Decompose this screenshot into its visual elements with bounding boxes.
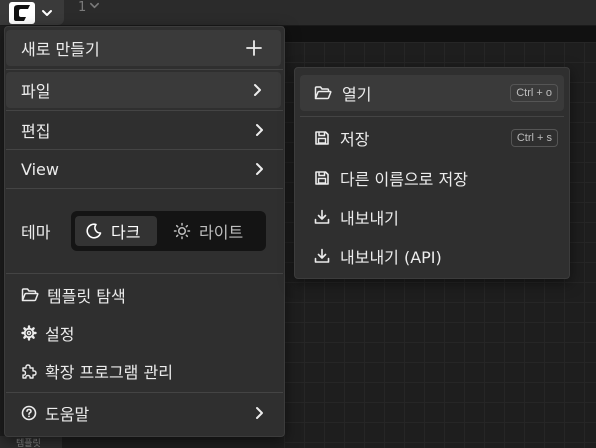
submenu-item-save-as-label: 다른 이름으로 저장 bbox=[340, 170, 468, 189]
menu-divider bbox=[300, 116, 564, 117]
app-logo-icon bbox=[9, 1, 35, 24]
toolbar-strip bbox=[284, 26, 596, 42]
menu-item-browse-templates-label: 템플릿 탐색 bbox=[47, 287, 126, 306]
gear-icon bbox=[21, 325, 37, 341]
theme-option-light[interactable]: 라이트 bbox=[163, 216, 253, 246]
download-icon bbox=[314, 209, 330, 225]
folder-open-icon bbox=[314, 85, 332, 101]
app-menu-button[interactable] bbox=[0, 0, 64, 25]
submenu-item-save-as[interactable]: 다른 이름으로 저장 bbox=[300, 160, 564, 196]
submenu-item-save[interactable]: 저장 Ctrl + s bbox=[300, 120, 564, 156]
menu-item-new-label: 새로 만들기 bbox=[21, 40, 100, 59]
theme-row: 테마 다크 라이트 bbox=[6, 211, 283, 251]
menu-item-view[interactable]: View bbox=[6, 150, 283, 188]
submenu-item-open[interactable]: 열기 Ctrl + o bbox=[300, 75, 564, 111]
submenu-item-open-label: 열기 bbox=[342, 85, 372, 104]
menu-divider bbox=[6, 188, 283, 189]
menu-item-browse-templates[interactable]: 템플릿 탐색 bbox=[6, 276, 283, 314]
chevron-right-icon bbox=[253, 162, 265, 176]
submenu-item-export-api[interactable]: 내보내기 (API) bbox=[300, 238, 564, 274]
workflow-tab-label: 1 bbox=[78, 0, 87, 15]
chevron-down-icon bbox=[89, 0, 100, 15]
submenu-item-export-label: 내보내기 bbox=[340, 209, 399, 228]
app-main-menu: 새로 만들기 파일 편집 View 테마 다크 라이트 템플릿 탐색 설정 확장… bbox=[4, 26, 285, 437]
workflow-tab[interactable]: 1 bbox=[78, 0, 100, 15]
theme-option-dark[interactable]: 다크 bbox=[75, 216, 157, 246]
chevron-right-icon bbox=[251, 83, 263, 97]
chevron-down-icon bbox=[41, 7, 53, 19]
menu-item-settings-label: 설정 bbox=[45, 325, 75, 344]
theme-option-light-label: 라이트 bbox=[199, 223, 244, 242]
folder-open-icon bbox=[21, 287, 39, 303]
menu-item-file[interactable]: 파일 bbox=[6, 72, 281, 108]
save-icon bbox=[314, 130, 330, 146]
menu-item-view-label: View bbox=[21, 159, 59, 179]
submenu-item-export-api-label: 내보내기 (API) bbox=[340, 248, 442, 267]
plus-icon bbox=[245, 39, 263, 57]
menu-item-manage-extensions-label: 확장 프로그램 관리 bbox=[45, 363, 173, 382]
download-icon bbox=[314, 248, 330, 264]
save-icon bbox=[314, 170, 330, 186]
menu-item-edit-label: 편집 bbox=[21, 122, 51, 141]
menu-item-file-label: 파일 bbox=[21, 82, 51, 101]
chevron-right-icon bbox=[253, 123, 265, 137]
sidebar-stub[interactable]: 템플릿 bbox=[0, 436, 62, 448]
shortcut-save: Ctrl + s bbox=[510, 129, 558, 147]
theme-option-dark-label: 다크 bbox=[111, 223, 141, 242]
theme-toggle: 다크 라이트 bbox=[71, 211, 266, 251]
menu-item-new[interactable]: 새로 만들기 bbox=[6, 30, 281, 66]
help-circle-icon bbox=[21, 405, 37, 421]
moon-icon bbox=[85, 222, 103, 240]
theme-label: 테마 bbox=[21, 223, 51, 242]
menu-divider bbox=[6, 392, 283, 393]
menu-item-help[interactable]: 도움말 bbox=[6, 394, 283, 432]
menu-item-settings[interactable]: 설정 bbox=[6, 314, 283, 352]
puzzle-icon bbox=[21, 363, 37, 379]
file-submenu: 열기 Ctrl + o 저장 Ctrl + s 다른 이름으로 저장 내보내기 bbox=[294, 67, 570, 279]
sun-icon bbox=[173, 222, 191, 240]
chevron-right-icon bbox=[253, 406, 265, 420]
menu-item-edit[interactable]: 편집 bbox=[6, 111, 283, 149]
menu-item-manage-extensions[interactable]: 확장 프로그램 관리 bbox=[6, 352, 283, 390]
sidebar-stub-label: 템플릿 bbox=[16, 439, 41, 448]
top-bar: 1 bbox=[0, 0, 596, 26]
submenu-item-export[interactable]: 내보내기 bbox=[300, 199, 564, 235]
shortcut-open: Ctrl + o bbox=[510, 84, 558, 102]
menu-divider bbox=[6, 69, 283, 70]
menu-item-help-label: 도움말 bbox=[45, 405, 90, 424]
menu-divider bbox=[6, 273, 283, 274]
submenu-item-save-label: 저장 bbox=[340, 130, 370, 149]
